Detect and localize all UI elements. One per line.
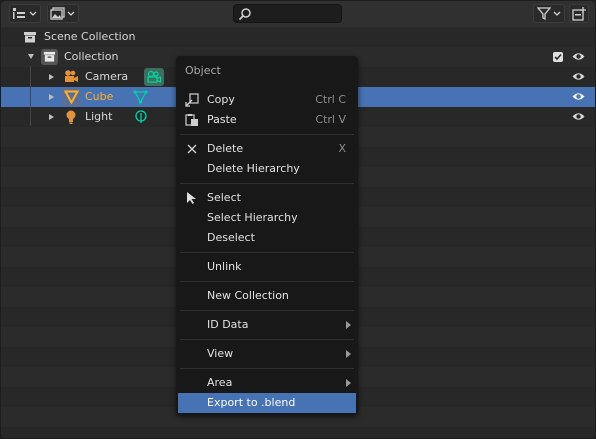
mesh-data-icon[interactable] (133, 90, 148, 104)
menu-item-label: Select (207, 191, 241, 204)
check-icon (554, 53, 562, 61)
submenu-arrow-icon (346, 350, 351, 358)
eye-icon[interactable] (572, 51, 585, 62)
menu-title: Object (185, 64, 221, 77)
menu-item-label: Delete Hierarchy (207, 162, 300, 175)
tree-row-label: Light (85, 110, 113, 123)
tree-row-label: Camera (85, 70, 129, 83)
outliner-header (1, 1, 595, 27)
submenu-arrow-icon (346, 321, 351, 329)
camera-data-icon (147, 70, 162, 83)
eye-icon[interactable] (572, 91, 585, 102)
copy-icon (185, 93, 199, 107)
menu-item-label: Paste (207, 113, 237, 126)
menu-item-label: Unlink (207, 260, 242, 273)
outliner-icon (13, 8, 37, 19)
tree-guide-line (30, 66, 31, 126)
collection-icon-box (41, 49, 58, 65)
search-input[interactable] (233, 4, 342, 23)
menu-item-label: View (207, 347, 234, 360)
menu-item-select-hierarchy[interactable]: Select Hierarchy (178, 208, 356, 228)
eye-icon[interactable] (572, 111, 585, 122)
filter-button[interactable] (533, 4, 565, 23)
paste-icon (185, 114, 198, 126)
submenu-arrow-icon (346, 379, 351, 387)
menu-item-new-collection[interactable]: New Collection (178, 286, 356, 306)
tree-row-label: Cube (85, 90, 114, 103)
mesh-icon (64, 90, 79, 104)
exclude-checkbox[interactable] (553, 52, 563, 62)
expand-toggle[interactable] (28, 54, 34, 59)
menu-item-delete-hierarchy[interactable]: Delete Hierarchy (178, 159, 356, 179)
tree-row-scene-collection[interactable]: Scene Collection (1, 27, 595, 47)
menu-item-id-data[interactable]: ID Data (178, 315, 356, 335)
menu-item-label: Delete (207, 142, 244, 155)
mesh-object-icon-box (62, 88, 81, 106)
expand-toggle[interactable] (49, 114, 54, 120)
menu-separator (180, 134, 354, 135)
image-icon (50, 7, 75, 20)
menu-item-label: Area (207, 376, 233, 389)
close-icon (187, 144, 197, 154)
camera-icon (65, 70, 78, 82)
eye-icon[interactable] (572, 71, 585, 82)
menu-item-deselect[interactable]: Deselect (178, 228, 356, 248)
menu-item-unlink[interactable]: Unlink (178, 257, 356, 277)
collection-icon (43, 51, 56, 62)
menu-item-label: Export to .blend (207, 396, 296, 409)
menu-item-label: Select Hierarchy (207, 211, 298, 224)
expand-toggle[interactable] (49, 74, 54, 80)
expand-toggle[interactable] (49, 94, 54, 100)
menu-item-label: Deselect (207, 231, 255, 244)
menu-item-area[interactable]: Area (178, 373, 356, 393)
cursor-arrow-icon (187, 192, 196, 204)
menu-item-shortcut: Ctrl V (315, 113, 346, 126)
new-collection-button[interactable] (569, 4, 589, 23)
menu-item-copy[interactable]: Copy Ctrl C (178, 90, 356, 110)
outliner-editor: Scene Collection Collection Camera Cube … (1, 1, 595, 438)
menu-item-label: Copy (207, 93, 235, 106)
menu-item-label: New Collection (207, 289, 289, 302)
menu-separator (180, 252, 354, 253)
tree-row-label: Collection (64, 50, 119, 63)
empty-row (1, 427, 595, 438)
funnel-icon (536, 7, 561, 20)
scene-collection-icon (24, 32, 36, 43)
editor-type-button[interactable] (9, 4, 41, 23)
light-data-icon[interactable] (134, 110, 148, 124)
menu-item-shortcut: X (338, 142, 346, 155)
menu-item-delete[interactable]: Delete X (178, 139, 356, 159)
new-collection-icon (572, 6, 586, 21)
menu-separator (180, 183, 354, 184)
tree-row-label: Scene Collection (44, 30, 136, 43)
camera-data-icon-box[interactable] (144, 68, 164, 86)
menu-item-export-to-blend[interactable]: Export to .blend (178, 393, 356, 413)
display-mode-button[interactable] (47, 4, 79, 23)
menu-item-label: ID Data (207, 318, 249, 331)
menu-item-shortcut: Ctrl C (315, 93, 346, 106)
menu-item-view[interactable]: View (178, 344, 356, 364)
search-icon (238, 8, 251, 21)
menu-item-select[interactable]: Select (178, 188, 356, 208)
light-bulb-icon (66, 110, 76, 124)
menu-separator (180, 310, 354, 311)
menu-separator (180, 339, 354, 340)
menu-item-paste[interactable]: Paste Ctrl V (178, 110, 356, 130)
menu-separator (180, 281, 354, 282)
object-context-menu: Object Copy Ctrl C Paste Ctrl V Delete X… (176, 56, 358, 415)
menu-separator (180, 368, 354, 369)
